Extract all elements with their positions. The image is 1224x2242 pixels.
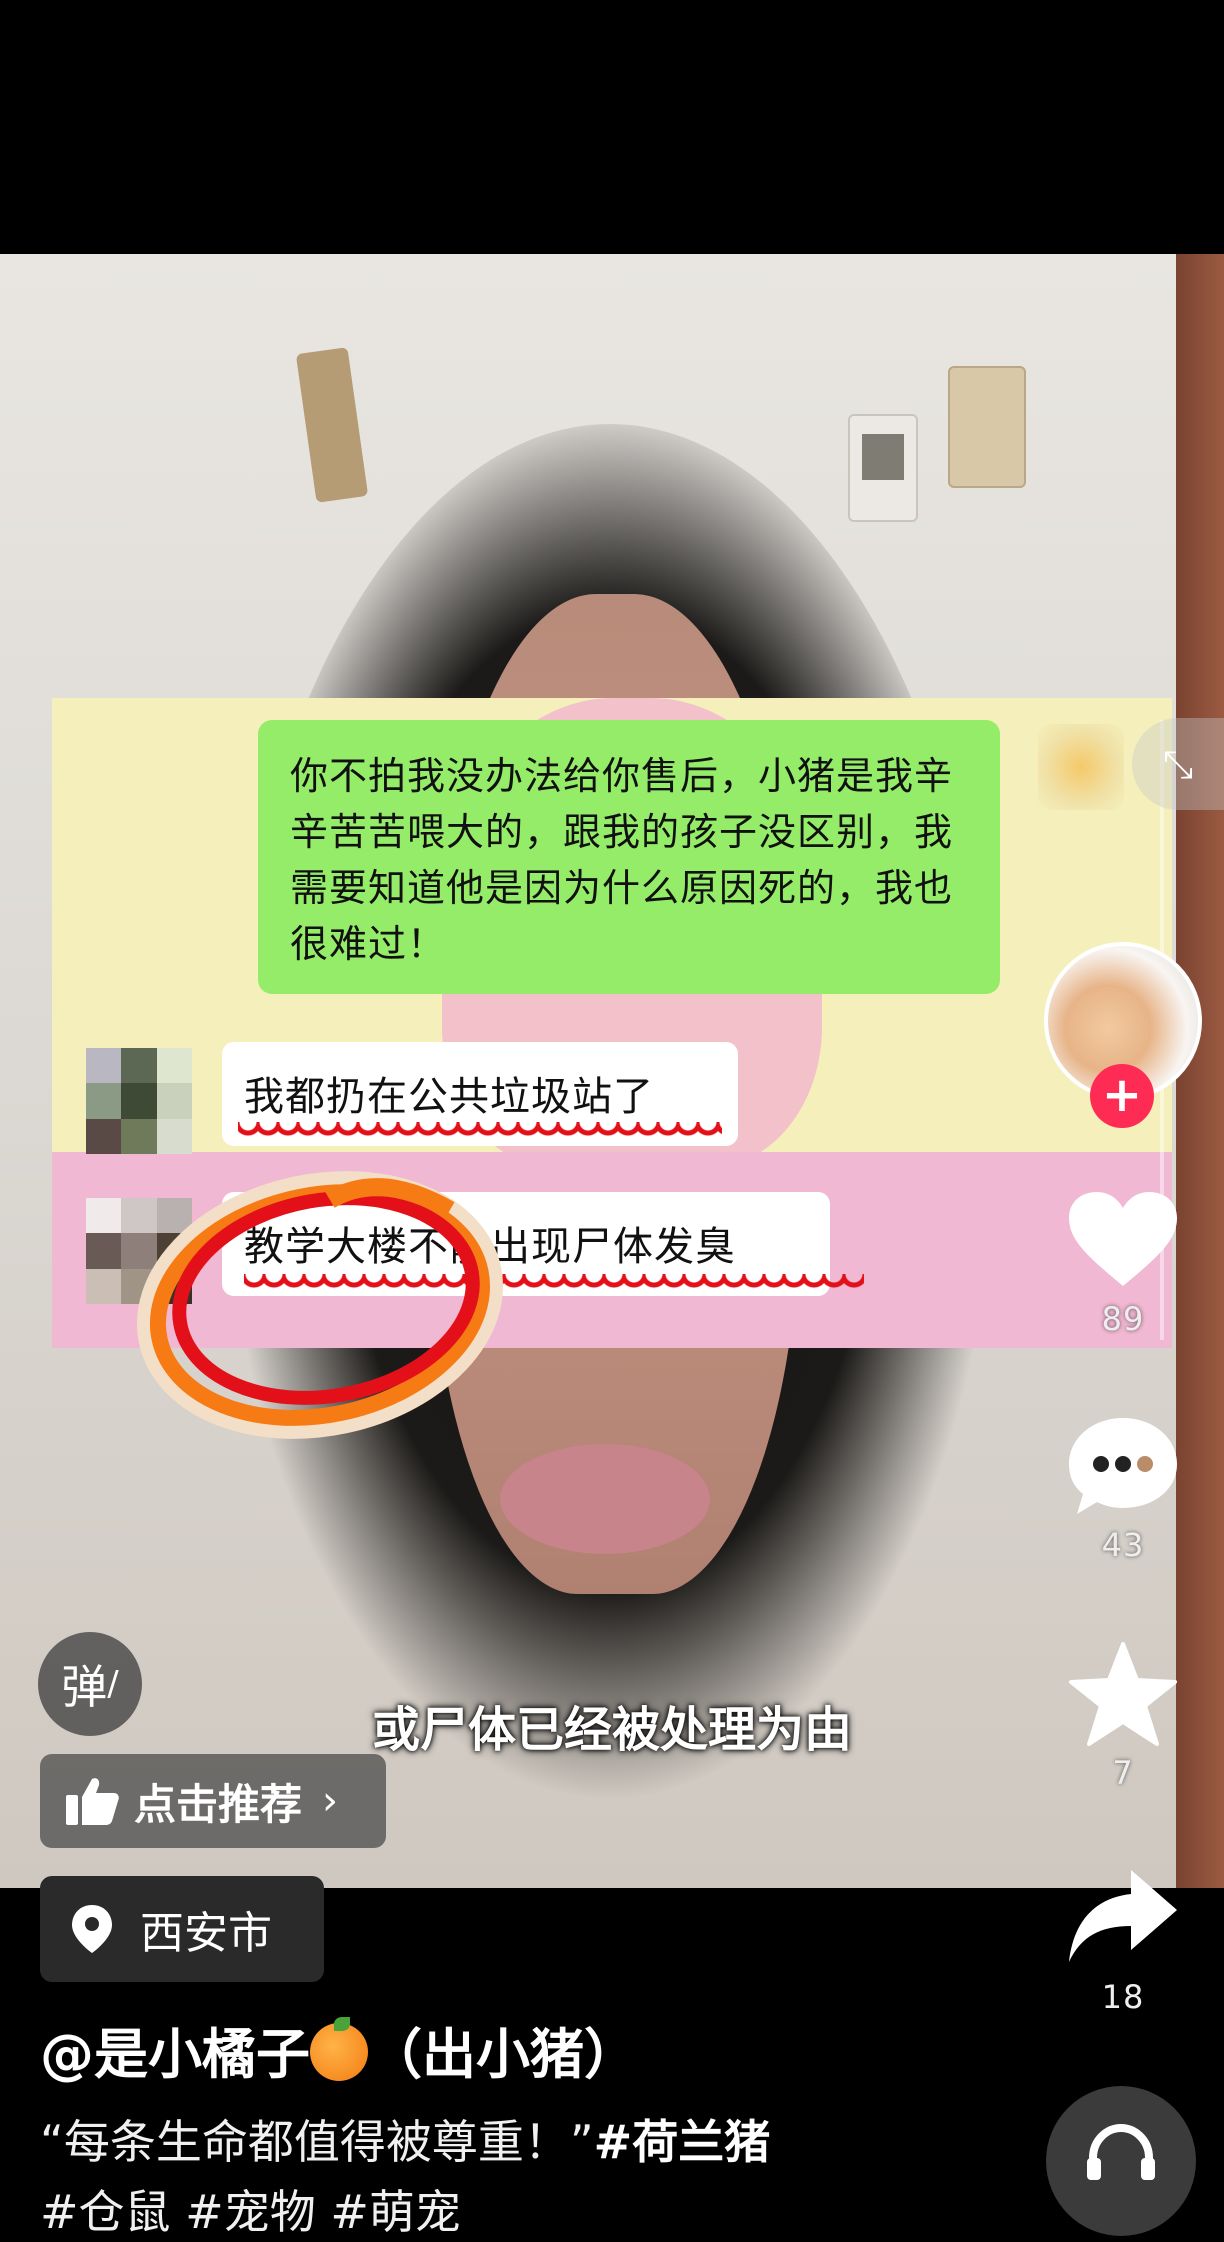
- reply-text-2: 教学大楼不能出现尸体发臭: [244, 1224, 736, 1270]
- orange-emoji-icon: [310, 2017, 368, 2081]
- author-handle-suffix: （出小猪）: [368, 2023, 638, 2086]
- recommend-button[interactable]: 点击推荐 ›: [40, 1754, 386, 1848]
- author-handle[interactable]: @是小橘子 （出小猪）: [40, 2010, 638, 2089]
- video-description: “每条生命都值得被尊重！”#荷兰猪: [40, 2106, 770, 2172]
- wall-hook: [295, 347, 369, 503]
- danmaku-label: 弹: [61, 1660, 108, 1714]
- other-avatar-blurred: [86, 1048, 192, 1154]
- my-message-text: 你不拍我没办法给你售后，小猪是我辛辛苦苦喂大的，跟我的孩子没区别，我需要知道他是…: [290, 754, 954, 966]
- heart-icon: [1050, 1180, 1196, 1300]
- collapse-icon[interactable]: ⤡: [1132, 718, 1224, 810]
- video-description-line2: #仓鼠 #宠物 #萌宠: [40, 2185, 461, 2239]
- share-count: 18: [1101, 1978, 1145, 2016]
- comment-bubble-icon: [1050, 1406, 1196, 1526]
- author-handle-prefix: @是小橘子: [40, 2023, 310, 2086]
- like-count: 89: [1101, 1300, 1145, 1338]
- my-avatar: [1038, 724, 1124, 810]
- star-icon: [1050, 1634, 1196, 1754]
- person-mouth: [500, 1444, 710, 1554]
- share-button[interactable]: 18: [1050, 1858, 1196, 2016]
- wall-switch: [948, 366, 1026, 488]
- wall-thermostat: [848, 414, 918, 522]
- favorite-button[interactable]: 7: [1050, 1634, 1196, 1792]
- thumbs-up-icon: [66, 1778, 119, 1825]
- favorite-count: 7: [1112, 1754, 1134, 1792]
- location-label: 西安市: [140, 1908, 272, 1959]
- music-disc[interactable]: [1046, 2086, 1196, 2236]
- share-arrow-icon: [1050, 1858, 1196, 1978]
- comment-button[interactable]: 43: [1050, 1406, 1196, 1564]
- hashtag-link[interactable]: #荷兰猪: [594, 2115, 771, 2169]
- reply-text-1: 我都扔在公共垃圾站了: [244, 1074, 654, 1120]
- like-button[interactable]: 89: [1050, 1180, 1196, 1338]
- my-message-bubble: 你不拍我没办法给你售后，小猪是我辛辛苦苦喂大的，跟我的孩子没区别，我需要知道他是…: [258, 720, 1000, 994]
- red-underline-1: [238, 1122, 722, 1144]
- comment-count: 43: [1101, 1526, 1145, 1564]
- follow-plus-button[interactable]: +: [1090, 1064, 1154, 1128]
- chat-screenshot-overlay: 你不拍我没办法给你售后，小猪是我辛辛苦苦喂大的，跟我的孩子没区别，我需要知道他是…: [52, 698, 1172, 1348]
- danmaku-toggle[interactable]: 弹 /: [38, 1632, 142, 1736]
- location-tag[interactable]: 西安市: [40, 1876, 324, 1982]
- video-subtitle: 或尸体已经被处理为由: [371, 1702, 852, 1758]
- chevron-right-icon: ›: [322, 1778, 339, 1824]
- location-pin-icon: [72, 1905, 112, 1953]
- recommend-label: 点击推荐: [134, 1779, 303, 1829]
- other-avatar-blurred: [86, 1198, 192, 1304]
- description-quote: “每条生命都值得被尊重！”: [40, 2115, 594, 2169]
- headphones-icon: [1087, 2123, 1155, 2180]
- red-underline-2: [244, 1274, 864, 1296]
